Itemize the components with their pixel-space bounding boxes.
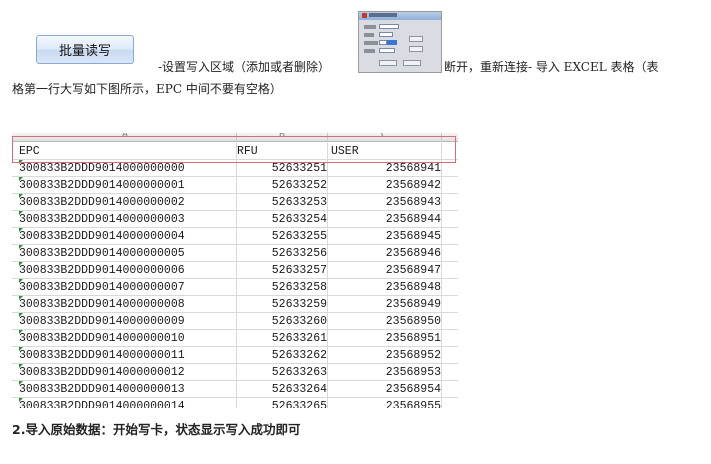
- rfu-cell[interactable]: 52633261: [236, 330, 327, 347]
- user-cell[interactable]: 23568944: [327, 211, 441, 228]
- column-letter-b: B: [278, 133, 286, 140]
- epc-cell[interactable]: 300833B2DDD9014000000009: [19, 313, 239, 330]
- user-cell[interactable]: 23568946: [327, 245, 441, 262]
- user-cell[interactable]: 23568945: [327, 228, 441, 245]
- table-row: 300833B2DDD9014000000002 52633253 23568943: [12, 194, 458, 211]
- header-format-note: 格第一行大写如下图所示，EPC 中间不要有空格）: [12, 82, 282, 96]
- user-cell[interactable]: 23568954: [327, 381, 441, 398]
- user-cell[interactable]: 23568947: [327, 262, 441, 279]
- dialog-screenshot-thumbnail: [358, 11, 442, 73]
- rfu-cell[interactable]: 52633265: [236, 398, 327, 408]
- rfu-cell[interactable]: 52633254: [236, 211, 327, 228]
- table-row: 300833B2DDD9014000000004 52633255 23568945: [12, 228, 458, 245]
- table-row: 300833B2DDD9014000000001 52633252 23568942: [12, 177, 458, 194]
- user-cell[interactable]: 23568951: [327, 330, 441, 347]
- header-cell-user[interactable]: USER: [331, 143, 445, 160]
- excel-sheet: A B C EPC RFU USER 300833B2DDD9014000000…: [12, 133, 458, 408]
- column-letter-a: A: [121, 133, 129, 140]
- epc-cell[interactable]: 300833B2DDD9014000000003: [19, 211, 239, 228]
- rfu-cell[interactable]: 52633253: [236, 194, 327, 211]
- user-cell[interactable]: 23568955: [327, 398, 441, 408]
- epc-cell[interactable]: 300833B2DDD9014000000001: [19, 177, 239, 194]
- table-row: 300833B2DDD9014000000003 52633254 23568944: [12, 211, 458, 228]
- rfu-cell[interactable]: 52633259: [236, 296, 327, 313]
- epc-cell[interactable]: 300833B2DDD9014000000012: [19, 364, 239, 381]
- rfu-cell[interactable]: 52633255: [236, 228, 327, 245]
- header-cell-rfu[interactable]: RFU: [237, 143, 328, 160]
- rfu-cell[interactable]: 52633264: [236, 381, 327, 398]
- rfu-cell[interactable]: 52633258: [236, 279, 327, 296]
- table-row: 300833B2DDD9014000000010 52633261 23568951: [12, 330, 458, 347]
- table-row: 300833B2DDD9014000000005 52633256 23568946: [12, 245, 458, 262]
- user-cell[interactable]: 23568941: [327, 160, 441, 177]
- app-icon: [362, 13, 367, 18]
- table-row: 300833B2DDD9014000000012 52633263 23568953: [12, 364, 458, 381]
- user-cell[interactable]: 23568943: [327, 194, 441, 211]
- table-row: 300833B2DDD9014000000009 52633260 23568950: [12, 313, 458, 330]
- rfu-cell[interactable]: 52633257: [236, 262, 327, 279]
- header-row: EPC RFU USER: [12, 143, 458, 160]
- rfu-cell[interactable]: 52633263: [236, 364, 327, 381]
- table-row: 300833B2DDD9014000000007 52633258 23568948: [12, 279, 458, 296]
- rfu-cell[interactable]: 52633256: [236, 245, 327, 262]
- table-row: 300833B2DDD9014000000000 52633251 23568941: [12, 160, 458, 177]
- epc-cell[interactable]: 300833B2DDD9014000000002: [19, 194, 239, 211]
- set-write-area-text: -设置写入区域（添加或者删除）: [158, 60, 331, 74]
- epc-cell[interactable]: 300833B2DDD9014000000007: [19, 279, 239, 296]
- epc-cell[interactable]: 300833B2DDD9014000000011: [19, 347, 239, 364]
- batch-read-write-button[interactable]: 批量读写: [36, 35, 134, 64]
- epc-cell[interactable]: 300833B2DDD9014000000013: [19, 381, 239, 398]
- table-row: 300833B2DDD9014000000011 52633262 23568952: [12, 347, 458, 364]
- reconnect-import-text: 断开，重新连接- 导入 EXCEL 表格（表: [444, 60, 659, 74]
- epc-cell[interactable]: 300833B2DDD9014000000008: [19, 296, 239, 313]
- column-header-bar: A B C: [12, 133, 458, 142]
- rfu-cell[interactable]: 52633262: [236, 347, 327, 364]
- epc-cell[interactable]: 300833B2DDD9014000000006: [19, 262, 239, 279]
- table-row: 300833B2DDD9014000000008 52633259 23568949: [12, 296, 458, 313]
- user-cell[interactable]: 23568948: [327, 279, 441, 296]
- rfu-cell[interactable]: 52633251: [236, 160, 327, 177]
- rfu-cell[interactable]: 52633260: [236, 313, 327, 330]
- epc-cell[interactable]: 300833B2DDD9014000000014: [19, 398, 239, 408]
- table-row: 300833B2DDD9014000000013 52633264 23568954: [12, 381, 458, 398]
- rfu-cell[interactable]: 52633252: [236, 177, 327, 194]
- user-cell[interactable]: 23568942: [327, 177, 441, 194]
- header-cell-epc[interactable]: EPC: [19, 143, 239, 160]
- epc-cell[interactable]: 300833B2DDD9014000000000: [19, 160, 239, 177]
- epc-cell[interactable]: 300833B2DDD9014000000004: [19, 228, 239, 245]
- table-row: 300833B2DDD9014000000014 52633265 23568955: [12, 398, 458, 408]
- table-row: 300833B2DDD9014000000006 52633257 23568947: [12, 262, 458, 279]
- user-cell[interactable]: 23568950: [327, 313, 441, 330]
- import-data-step-text: 2.导入原始数据：开始写卡，状态显示写入成功即可: [12, 422, 301, 437]
- user-cell[interactable]: 23568949: [327, 296, 441, 313]
- user-cell[interactable]: 23568953: [327, 364, 441, 381]
- column-letter-c: C: [380, 133, 388, 140]
- epc-cell[interactable]: 300833B2DDD9014000000010: [19, 330, 239, 347]
- user-cell[interactable]: 23568952: [327, 347, 441, 364]
- epc-cell[interactable]: 300833B2DDD9014000000005: [19, 245, 239, 262]
